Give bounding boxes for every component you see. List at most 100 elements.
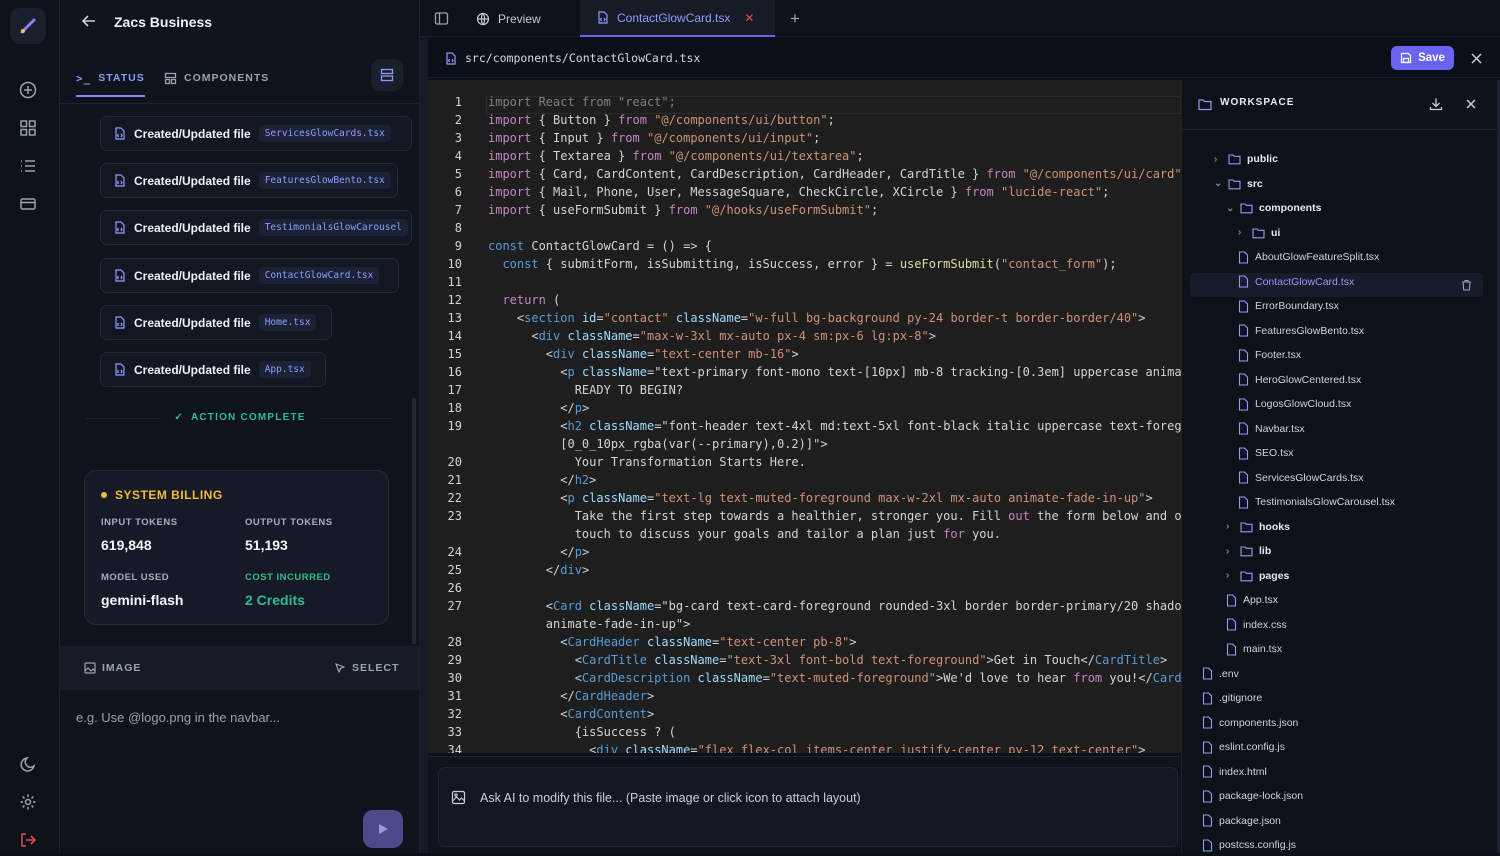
code-line: Your Transformation Starts Here. [488, 455, 806, 469]
trash-icon[interactable] [1461, 279, 1472, 291]
prompt-input[interactable]: e.g. Use @logo.png in the navbar... [76, 710, 280, 725]
tree-item-label: AboutGlowFeatureSplit.tsx [1255, 251, 1380, 263]
tree-folder[interactable]: › pages [1226, 565, 1289, 587]
code-line: <div className="text-center mb-16"> [488, 347, 799, 361]
list-icon[interactable] [17, 155, 39, 177]
activity-file-chip[interactable]: App.tsx [258, 361, 311, 378]
tree-item-label: FeaturesGlowBento.tsx [1255, 324, 1365, 337]
tree-item-label: ServicesGlowCards.tsx [1255, 471, 1364, 484]
file-code-icon [446, 51, 456, 65]
tab-active-file[interactable]: ContactGlowCard.tsx ✕ [580, 0, 775, 37]
line-number: 34 [447, 743, 462, 753]
tree-file[interactable]: ErrorBoundary.tsx [1238, 295, 1339, 317]
layout-toggle-button[interactable] [371, 59, 403, 91]
close-workspace-icon[interactable] [1466, 99, 1476, 109]
settings-icon[interactable] [17, 791, 39, 813]
scrollbar[interactable] [412, 398, 416, 644]
add-icon[interactable] [17, 79, 39, 101]
activity-file-chip[interactable]: FeaturesGlowBento.tsx [258, 172, 391, 189]
line-number: 30 [447, 671, 462, 685]
file-icon [1238, 324, 1249, 337]
line-number: 14 [447, 329, 462, 343]
tree-file[interactable]: index.css [1226, 614, 1287, 636]
tree-file[interactable]: Navbar.tsx [1238, 418, 1305, 440]
line-number: 3 [454, 131, 462, 145]
download-icon[interactable] [1429, 97, 1443, 111]
card-icon[interactable] [17, 193, 39, 215]
tree-file[interactable]: FeaturesGlowBento.tsx [1238, 320, 1364, 342]
line-number: 9 [454, 239, 462, 253]
tree-file[interactable]: TestimonialsGlowCarousel.tsx [1238, 491, 1395, 513]
code-line: </p> [488, 401, 590, 415]
save-button[interactable]: Save [1391, 46, 1454, 70]
activity-label: Created/Updated file [134, 126, 251, 141]
folder-icon [1228, 178, 1241, 189]
chevron-icon: › [1238, 227, 1242, 238]
tree-file[interactable]: package-lock.json [1202, 785, 1303, 807]
line-number: 20 [447, 455, 462, 469]
panel-resizer[interactable] [420, 0, 428, 853]
tree-file[interactable]: components.json [1202, 712, 1298, 734]
tree-file[interactable]: eslint.config.js [1202, 736, 1285, 758]
tree-file[interactable]: HeroGlowCentered.tsx [1238, 369, 1361, 391]
status-panel: Zacs Business >_ STATUS COMPONENTS Creat… [60, 0, 420, 853]
new-tab-icon[interactable]: + [790, 0, 800, 37]
send-button[interactable] [363, 810, 403, 848]
tree-folder[interactable]: › hooks [1226, 516, 1290, 538]
tree-folder[interactable]: › public [1214, 148, 1278, 170]
activity-file-chip[interactable]: Home.tsx [258, 314, 317, 331]
image-mode-button[interactable]: IMAGE [84, 662, 141, 674]
file-icon [1202, 716, 1213, 729]
folder-icon [1240, 521, 1253, 532]
tree-file[interactable]: .env [1202, 663, 1239, 685]
tree-file[interactable]: Footer.tsx [1238, 344, 1301, 366]
tree-file[interactable]: ContactGlowCard.tsx [1238, 271, 1354, 293]
tree-folder[interactable]: › ui [1238, 222, 1280, 244]
tree-file[interactable]: App.tsx [1226, 589, 1278, 611]
tree-file[interactable]: .gitignore [1202, 687, 1262, 709]
line-number: 12 [447, 293, 462, 307]
select-mode-button[interactable]: SELECT [334, 662, 399, 674]
tab-components[interactable]: COMPONENTS [164, 67, 269, 89]
activity-file-chip[interactable]: TestimonialsGlowCarousel [258, 219, 408, 236]
sidebar-toggle-icon[interactable] [434, 0, 449, 37]
terminal-icon: >_ [76, 71, 92, 85]
moon-icon[interactable] [17, 753, 39, 775]
tree-file[interactable]: ServicesGlowCards.tsx [1238, 467, 1364, 489]
grid-icon[interactable] [17, 117, 39, 139]
tree-file[interactable]: SEO.tsx [1238, 442, 1294, 464]
close-editor-icon[interactable] [1466, 48, 1486, 68]
tree-folder[interactable]: ⌄ components [1226, 197, 1321, 219]
play-icon [379, 824, 388, 834]
tab-status[interactable]: >_ STATUS [76, 67, 145, 97]
line-number: 7 [454, 203, 462, 217]
code-line: import { Input } from "@/components/ui/i… [488, 131, 821, 145]
tree-folder[interactable]: › lib [1226, 540, 1271, 562]
output-tokens-label: OUTPUT TOKENS [245, 517, 333, 528]
project-title: Zacs Business [114, 14, 213, 30]
action-complete: ✓ ACTION COMPLETE [160, 412, 320, 423]
tree-file[interactable]: index.html [1202, 761, 1267, 783]
app-logo[interactable] [10, 8, 46, 44]
back-arrow-icon[interactable] [80, 12, 100, 32]
tree-folder[interactable]: ⌄ src [1214, 173, 1263, 195]
logout-icon[interactable] [17, 829, 39, 851]
ai-modify-input[interactable]: Ask AI to modify this file... (Paste ima… [438, 767, 1178, 847]
line-number: 16 [447, 365, 462, 379]
cursor-icon [334, 662, 346, 674]
line-number: 23 [447, 509, 462, 523]
tree-file[interactable]: package.json [1202, 810, 1281, 832]
tab-preview[interactable]: Preview [476, 0, 541, 37]
attach-image-icon[interactable] [451, 790, 466, 805]
tree-file[interactable]: LogosGlowCloud.tsx [1238, 393, 1351, 415]
editor-tab-bar: Preview ContactGlowCard.tsx ✕ + [420, 0, 1500, 37]
activity-file-chip[interactable]: ServicesGlowCards.tsx [258, 125, 391, 142]
tree-file[interactable]: AboutGlowFeatureSplit.tsx [1238, 246, 1379, 268]
code-editor[interactable]: 1 2 3 4 5 6 7 8 9 10 11 12 13 14 15 16 17 18 19 20 21 22 23 24 2… [428, 80, 1181, 753]
file-icon [1202, 691, 1213, 705]
activity-file-chip[interactable]: ContactGlowCard.tsx [258, 267, 380, 284]
close-tab-icon[interactable]: ✕ [744, 11, 754, 25]
code-line: </p> [488, 545, 590, 559]
tree-file[interactable]: main.tsx [1226, 638, 1282, 660]
line-number: 24 [447, 545, 462, 559]
